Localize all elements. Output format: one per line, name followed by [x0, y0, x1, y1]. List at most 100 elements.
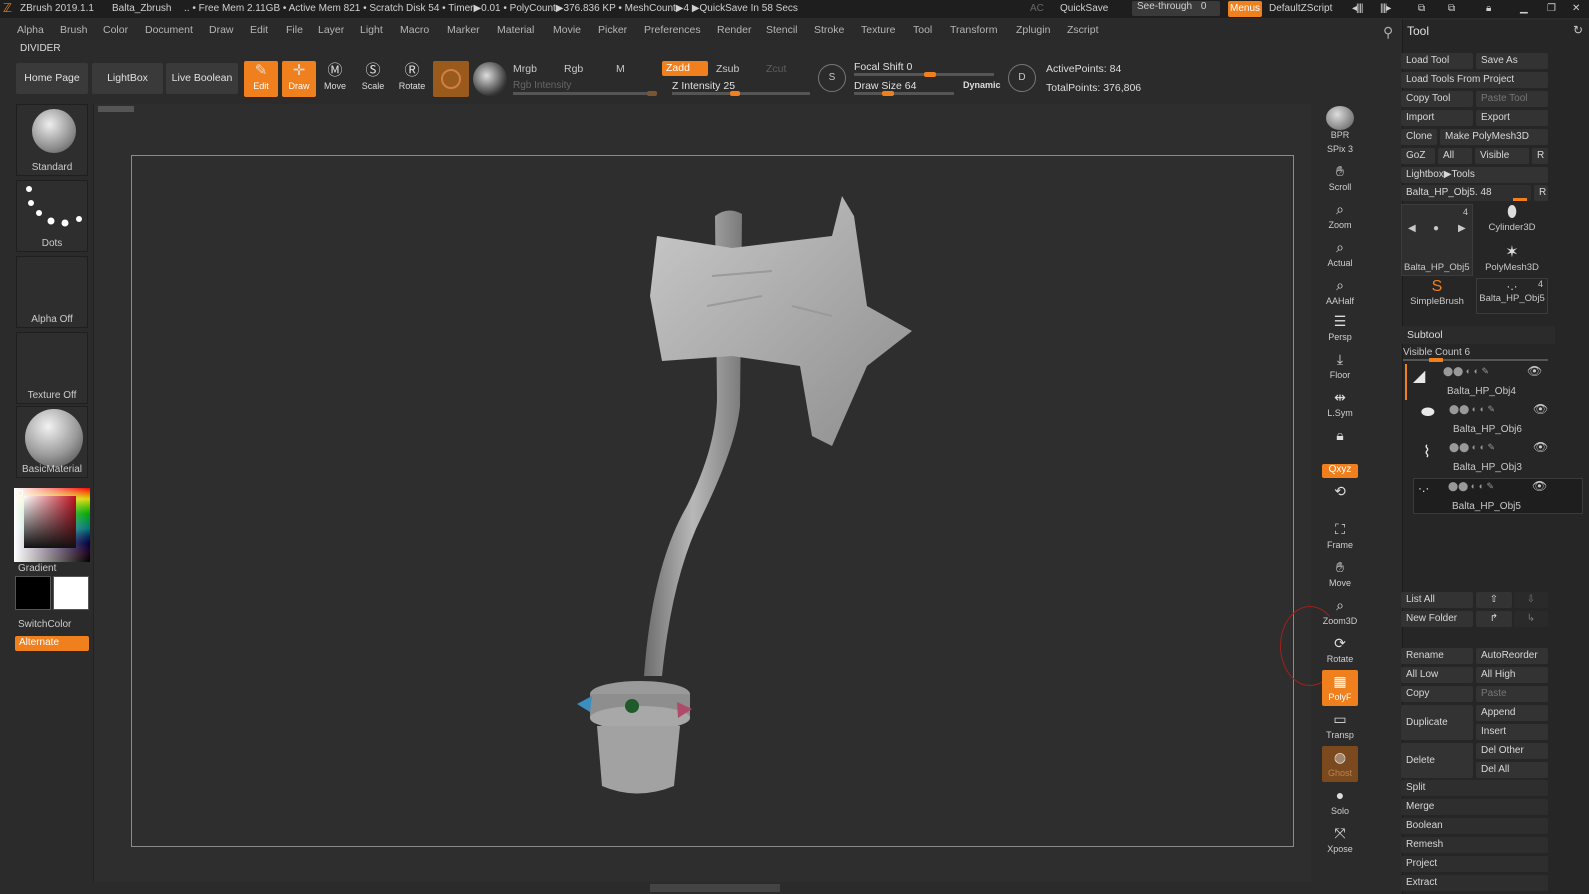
subtool-eye-icon[interactable]: 👁︎: [1533, 402, 1548, 416]
menu-light[interactable]: Light: [360, 24, 383, 36]
menu-render[interactable]: Render: [717, 24, 751, 36]
home-page-button[interactable]: Home Page: [16, 63, 88, 94]
aahalf-button[interactable]: ⌕ AAHalf: [1318, 274, 1362, 310]
menu-alpha[interactable]: Alpha: [17, 24, 44, 36]
dynamic-toggle[interactable]: Dynamic: [963, 80, 1001, 90]
restore-icon[interactable]: ❐: [1547, 3, 1556, 14]
clone-button[interactable]: Clone: [1401, 129, 1437, 145]
current-tool-r-button[interactable]: R: [1534, 185, 1548, 201]
import-button[interactable]: Import: [1401, 110, 1473, 126]
draw-size-slider[interactable]: [854, 91, 954, 96]
extract-section[interactable]: Extract: [1401, 875, 1548, 891]
polyf-toggle[interactable]: ▦ PolyF: [1322, 670, 1358, 706]
layout-bars2-icon[interactable]: ||||▸: [1380, 3, 1391, 14]
new-folder-button[interactable]: New Folder: [1401, 611, 1473, 627]
default-zscript-button[interactable]: DefaultZScript: [1269, 3, 1332, 14]
subtool-row-obj5-selected[interactable]: ·.· ⬤⬤ ◐ ◐ ✎ 👁︎ Balta_HP_Obj5: [1413, 478, 1583, 514]
delete-button[interactable]: Delete: [1401, 743, 1473, 778]
actual-button[interactable]: ⌕ Actual: [1318, 236, 1362, 272]
edit-mode-button[interactable]: ✎ Edit: [244, 61, 278, 97]
insert-button[interactable]: Insert: [1476, 724, 1548, 740]
menu-picker[interactable]: Picker: [598, 24, 627, 36]
menu-zscript[interactable]: Zscript: [1067, 24, 1099, 36]
persp-button[interactable]: ☰ Persp: [1318, 310, 1362, 346]
list-all-button[interactable]: List All: [1401, 592, 1473, 608]
menu-marker[interactable]: Marker: [447, 24, 480, 36]
prev-arrow-icon[interactable]: ◀: [1408, 223, 1416, 234]
canvas-scroll-handle[interactable]: [98, 106, 134, 112]
simplebrush-thumb[interactable]: S SimpleBrush: [1401, 278, 1473, 314]
zbrush-logo-icon[interactable]: ℤ: [3, 1, 12, 15]
move-out-folder-icon[interactable]: ↳: [1514, 611, 1548, 627]
frame-button[interactable]: ⛶ Frame: [1318, 518, 1362, 554]
menu-texture[interactable]: Texture: [861, 24, 895, 36]
all-high-button[interactable]: All High: [1476, 667, 1548, 683]
cylinder3d-thumb[interactable]: ⬮ Cylinder3D: [1476, 204, 1548, 240]
menu-stroke[interactable]: Stroke: [814, 24, 844, 36]
window-layout2-icon[interactable]: ⧉: [1448, 3, 1455, 14]
balta-obj5-thumb[interactable]: 4 ·.· Balta_HP_Obj5: [1476, 278, 1548, 314]
m-toggle[interactable]: M: [616, 63, 625, 75]
alternate-toggle[interactable]: Alternate: [15, 636, 89, 651]
make-polymesh-button[interactable]: Make PolyMesh3D: [1440, 129, 1548, 145]
menu-file[interactable]: File: [286, 24, 303, 36]
xyz-rotate-toggle[interactable]: Qxyz: [1322, 464, 1358, 478]
subtool-eye-icon[interactable]: 👁︎: [1527, 364, 1542, 378]
xpose-button[interactable]: ⤧ Xpose: [1318, 822, 1362, 858]
menu-transform[interactable]: Transform: [950, 24, 997, 36]
alpha-picker[interactable]: Alpha Off: [16, 256, 88, 328]
split-section[interactable]: Split: [1401, 780, 1548, 796]
texture-picker[interactable]: Texture Off: [16, 332, 88, 404]
focal-shift-slider[interactable]: [854, 72, 994, 77]
subtool-row-obj6[interactable]: ⬬ ⬤⬤ ◐ ◐ ✎ 👁︎ Balta_HP_Obj6: [1413, 402, 1583, 438]
rename-button[interactable]: Rename: [1401, 648, 1473, 664]
append-button[interactable]: Append: [1476, 705, 1548, 721]
load-tool-button[interactable]: Load Tool: [1401, 53, 1473, 69]
draw-mode-button[interactable]: ✛ Draw: [282, 61, 316, 97]
boolean-section[interactable]: Boolean: [1401, 818, 1548, 834]
yin-yang-material-icon[interactable]: [473, 62, 507, 96]
menu-material[interactable]: Material: [497, 24, 534, 36]
stroke-s-icon[interactable]: S: [818, 64, 846, 92]
visible-count-slider[interactable]: [1403, 358, 1548, 362]
duplicate-button[interactable]: Duplicate: [1401, 705, 1473, 740]
menu-preferences[interactable]: Preferences: [644, 24, 701, 36]
rgb-toggle[interactable]: Rgb: [564, 63, 583, 75]
polymesh3d-thumb[interactable]: ✶ PolyMesh3D: [1476, 242, 1548, 278]
secondary-color-swatch[interactable]: [15, 576, 51, 610]
quicksave-button[interactable]: QuickSave: [1060, 3, 1108, 14]
all-low-button[interactable]: All Low: [1401, 667, 1473, 683]
move-down-arrow-icon[interactable]: ⇩: [1514, 592, 1548, 608]
spix-slider[interactable]: SPix 3: [1318, 144, 1362, 158]
lock-xform-button[interactable]: 🔒︎: [1318, 424, 1362, 460]
stroke-d-icon[interactable]: D: [1008, 64, 1036, 92]
menu-layer[interactable]: Layer: [318, 24, 344, 36]
paste-tool-button[interactable]: Paste Tool: [1476, 91, 1548, 107]
scroll-button[interactable]: ✋︎ Scroll: [1318, 160, 1362, 196]
panel-refresh-icon[interactable]: ↻: [1573, 23, 1583, 37]
subtool-toggles-icon[interactable]: ⬤⬤ ◐ ◐ ✎: [1448, 481, 1494, 492]
rotate-mode-button[interactable]: Ⓡ Rotate: [395, 61, 429, 97]
tool-thumb-active[interactable]: 4 ◀ ● ▶ Balta_HP_Obj5: [1401, 204, 1473, 276]
zcut-toggle[interactable]: Zcut: [766, 63, 786, 75]
menu-stencil[interactable]: Stencil: [766, 24, 798, 36]
export-button[interactable]: Export: [1476, 110, 1548, 126]
menu-color[interactable]: Color: [103, 24, 128, 36]
menu-movie[interactable]: Movie: [553, 24, 581, 36]
live-boolean-button[interactable]: Live Boolean: [166, 63, 238, 94]
menus-toggle[interactable]: Menus: [1228, 1, 1262, 17]
menu-edit[interactable]: Edit: [250, 24, 268, 36]
zoom-button[interactable]: ⌕ Zoom: [1318, 198, 1362, 234]
bpr-button[interactable]: BPR: [1318, 106, 1362, 142]
move-mode-button[interactable]: Ⓜ Move: [318, 61, 352, 97]
subtool-eye-icon[interactable]: 👁︎: [1532, 479, 1547, 493]
z-intensity-slider[interactable]: [672, 91, 810, 96]
paste-button[interactable]: Paste: [1476, 686, 1548, 702]
primary-color-swatch[interactable]: [53, 576, 89, 610]
color-picker[interactable]: [14, 488, 90, 562]
save-as-button[interactable]: Save As: [1476, 53, 1548, 69]
see-through-slider[interactable]: See-through 0: [1132, 1, 1220, 16]
scale-mode-button[interactable]: Ⓢ Scale: [356, 61, 390, 97]
goz-visible-button[interactable]: Visible: [1475, 148, 1529, 164]
menu-zplugin[interactable]: Zplugin: [1016, 24, 1050, 36]
